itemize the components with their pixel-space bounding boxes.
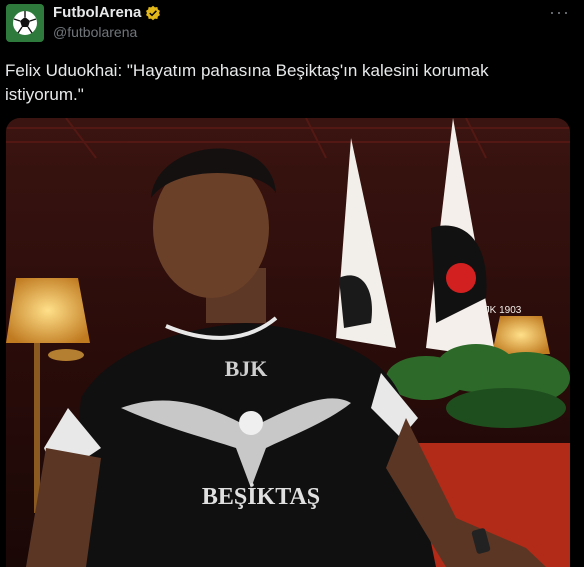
more-options-icon[interactable]: ··· xyxy=(549,2,570,23)
display-name[interactable]: FutbolArena xyxy=(53,4,141,21)
tweet-media-image[interactable]: BJK 1903 BJK BEŞİKTAŞ xyxy=(6,118,570,567)
name-row: FutbolArena xyxy=(53,4,161,21)
tweet-text: Felix Uduokhai: "Hayatım pahasına Beşikt… xyxy=(5,61,489,104)
avatar[interactable] xyxy=(6,4,44,42)
tweet[interactable]: FutbolArena @futbolarena ··· Felix Uduok… xyxy=(0,0,584,567)
player-interview-photo: BJK 1903 BJK BEŞİKTAŞ xyxy=(6,118,570,567)
shirt-top-text: BJK xyxy=(225,356,268,381)
verified-badge-icon xyxy=(146,5,161,20)
flag-text: BJK 1903 xyxy=(478,305,522,316)
soccer-ball-icon xyxy=(6,4,44,42)
handle[interactable]: @futbolarena xyxy=(53,24,137,40)
shirt-bottom-text: BEŞİKTAŞ xyxy=(202,484,320,510)
